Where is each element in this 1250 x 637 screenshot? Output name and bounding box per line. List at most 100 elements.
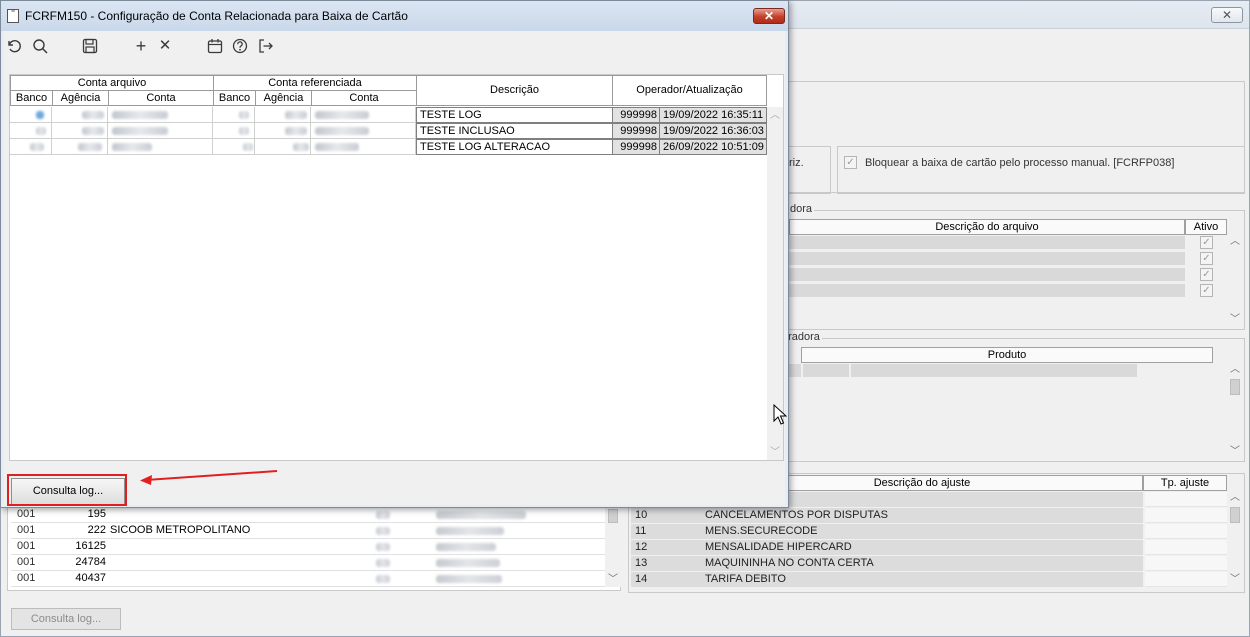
block-manual-checkbox[interactable]: ✓ bbox=[844, 156, 857, 169]
agencia-cell: 16125 bbox=[75, 540, 106, 552]
col-descricao[interactable]: Descrição bbox=[416, 75, 613, 106]
agencia-cell bbox=[255, 139, 311, 155]
col-agencia-referenciada[interactable]: Agência bbox=[255, 90, 312, 106]
ajuste-descricao: MENS.SECURECODE bbox=[705, 525, 818, 537]
descricao-cell: TESTE LOG ALTERACAO bbox=[416, 139, 613, 155]
search-icon[interactable] bbox=[30, 36, 50, 56]
ativo-checkbox[interactable]: ✓ bbox=[1200, 252, 1213, 265]
atualizacao-cell: 26/09/2022 10:51:09 bbox=[659, 139, 767, 155]
tp-ajuste-cell bbox=[1145, 524, 1227, 539]
banco-cell bbox=[10, 123, 52, 139]
table-row[interactable]: 001 222 SICOOB METROPOLITANO bbox=[11, 523, 605, 539]
add-icon[interactable]: + bbox=[131, 36, 151, 56]
ajuste-row[interactable]: 11 MENS.SECURECODE bbox=[631, 524, 1143, 540]
agencia-cell: 222 bbox=[87, 524, 106, 536]
tp-ajuste-cell bbox=[1145, 572, 1227, 587]
conta-cell bbox=[311, 123, 416, 139]
scroll-down-icon[interactable]: ﹀ bbox=[1227, 313, 1243, 327]
annotation-arrow-icon bbox=[140, 470, 278, 485]
scroll-down-icon[interactable]: ﹀ bbox=[1227, 445, 1243, 459]
ajuste-descricao: CANCELAMENTOS POR DISPUTAS bbox=[705, 509, 888, 521]
partial-option-label: riz. bbox=[789, 157, 804, 169]
ajuste-row[interactable]: 10 CANCELAMENTOS POR DISPUTAS bbox=[631, 508, 1143, 524]
dialog-title: FCRFM150 - Configuração de Conta Relacio… bbox=[25, 9, 408, 23]
ajuste-codigo: 10 bbox=[635, 509, 648, 521]
ajuste-row[interactable]: 13 MAQUININHA NO CONTA CERTA bbox=[631, 556, 1143, 572]
agencia-cell: 24784 bbox=[75, 556, 106, 568]
block-manual-group: ✓ Bloquear a baixa de cartão pelo proces… bbox=[837, 146, 1245, 194]
scroll-up-icon[interactable]: ︿ bbox=[1227, 491, 1243, 505]
agencia-cell bbox=[52, 107, 108, 123]
ativo-checkbox[interactable]: ✓ bbox=[1200, 236, 1213, 249]
grid-row[interactable]: TESTE LOG 999998 19/09/2022 16:35:11 bbox=[10, 107, 767, 123]
arquivo-row bbox=[789, 252, 1185, 266]
group-conta-arquivo: Conta arquivo bbox=[10, 75, 214, 91]
partial-option-box: riz. bbox=[787, 146, 831, 194]
ajuste-descricao: MENSALIDADE HIPERCARD bbox=[705, 541, 852, 553]
table-row[interactable]: 001 195 bbox=[11, 507, 605, 523]
banco-cell bbox=[213, 123, 255, 139]
ajuste-row[interactable]: 14 TARIFA DEBITO bbox=[631, 572, 1143, 588]
arquivo-scrollbar[interactable]: ︿ ﹀ bbox=[1227, 235, 1243, 327]
operador-cell: 999998 bbox=[612, 139, 660, 155]
tp-ajuste-cell bbox=[1145, 492, 1227, 507]
dialog-body: + ✕ Conta arquivo Conta referenciada Ban… bbox=[4, 31, 785, 505]
scroll-down-icon[interactable]: ﹀ bbox=[605, 573, 621, 587]
dialog-titlebar[interactable]: ≡ FCRFM150 - Configuração de Conta Relac… bbox=[1, 1, 788, 31]
background-close-button[interactable]: ✕ bbox=[1211, 7, 1243, 23]
col-operador-atualizacao[interactable]: Operador/Atualização bbox=[612, 75, 767, 106]
scroll-up-icon[interactable]: ︿ bbox=[1227, 363, 1243, 377]
ajuste-descricao: MAQUININHA NO CONTA CERTA bbox=[705, 557, 874, 569]
ajuste-codigo: 12 bbox=[635, 541, 648, 553]
col-agencia-arquivo[interactable]: Agência bbox=[52, 90, 109, 106]
col-banco-referenciada[interactable]: Banco bbox=[213, 90, 256, 106]
scroll-thumb[interactable] bbox=[608, 509, 618, 523]
tp-ajuste-cell bbox=[1145, 556, 1227, 571]
ativo-checkbox[interactable]: ✓ bbox=[1200, 268, 1213, 281]
redacted-field bbox=[376, 511, 390, 519]
agencia-cell: 195 bbox=[87, 508, 106, 520]
banco-cell: 001 bbox=[17, 508, 36, 520]
scroll-thumb[interactable] bbox=[1230, 507, 1240, 523]
help-icon[interactable] bbox=[230, 36, 250, 56]
ajuste-row[interactable]: 12 MENSALIDADE HIPERCARD bbox=[631, 540, 1143, 556]
ajuste-codigo: 11 bbox=[635, 525, 647, 537]
grid-row[interactable]: TESTE INCLUSAO 999998 19/09/2022 16:36:0… bbox=[10, 123, 767, 139]
scroll-down-icon[interactable]: ﹀ bbox=[767, 446, 783, 460]
scroll-thumb[interactable] bbox=[1230, 379, 1240, 395]
ativo-checkbox[interactable]: ✓ bbox=[1200, 284, 1213, 297]
save-icon[interactable] bbox=[80, 36, 100, 56]
grid-row[interactable]: TESTE LOG ALTERACAO 999998 26/09/2022 10… bbox=[10, 139, 767, 155]
table-row[interactable]: 001 24784 bbox=[11, 555, 605, 571]
banco-cell: 001 bbox=[17, 572, 36, 584]
contas-scrollbar[interactable]: ﹀ bbox=[605, 507, 621, 587]
col-tp-ajuste: Tp. ajuste bbox=[1143, 475, 1227, 491]
agencia-cell: 40437 bbox=[75, 572, 106, 584]
agencia-cell bbox=[52, 139, 108, 155]
redacted-field bbox=[436, 527, 504, 535]
scroll-up-icon[interactable]: ︿ bbox=[767, 109, 783, 123]
conta-cell bbox=[108, 139, 213, 155]
ajuste-scrollbar[interactable]: ︿ ﹀ bbox=[1227, 491, 1243, 587]
table-row[interactable]: 001 40437 bbox=[11, 571, 605, 587]
dialog-close-button[interactable]: ✕ bbox=[753, 8, 785, 24]
redacted-field bbox=[376, 575, 390, 583]
undo-icon[interactable] bbox=[4, 36, 24, 56]
arquivo-row bbox=[789, 236, 1185, 250]
produto-scrollbar[interactable]: ︿ ﹀ bbox=[1227, 363, 1243, 459]
redacted-field bbox=[376, 543, 390, 551]
fcrfm150-dialog: ≡ FCRFM150 - Configuração de Conta Relac… bbox=[0, 0, 789, 508]
exit-icon[interactable] bbox=[256, 36, 276, 56]
scroll-down-icon[interactable]: ﹀ bbox=[1227, 573, 1243, 587]
col-banco-arquivo[interactable]: Banco bbox=[10, 90, 53, 106]
calendar-icon[interactable] bbox=[205, 36, 225, 56]
table-row[interactable]: 001 16125 bbox=[11, 539, 605, 555]
col-conta-arquivo[interactable]: Conta bbox=[108, 90, 214, 106]
produto-row-cell bbox=[851, 364, 1137, 378]
col-conta-referenciada[interactable]: Conta bbox=[311, 90, 417, 106]
delete-icon[interactable]: ✕ bbox=[155, 36, 175, 56]
banco-cell bbox=[213, 107, 255, 123]
scroll-up-icon[interactable]: ︿ bbox=[1227, 235, 1243, 249]
arquivo-row bbox=[789, 268, 1185, 282]
operador-cell: 999998 bbox=[612, 123, 660, 139]
